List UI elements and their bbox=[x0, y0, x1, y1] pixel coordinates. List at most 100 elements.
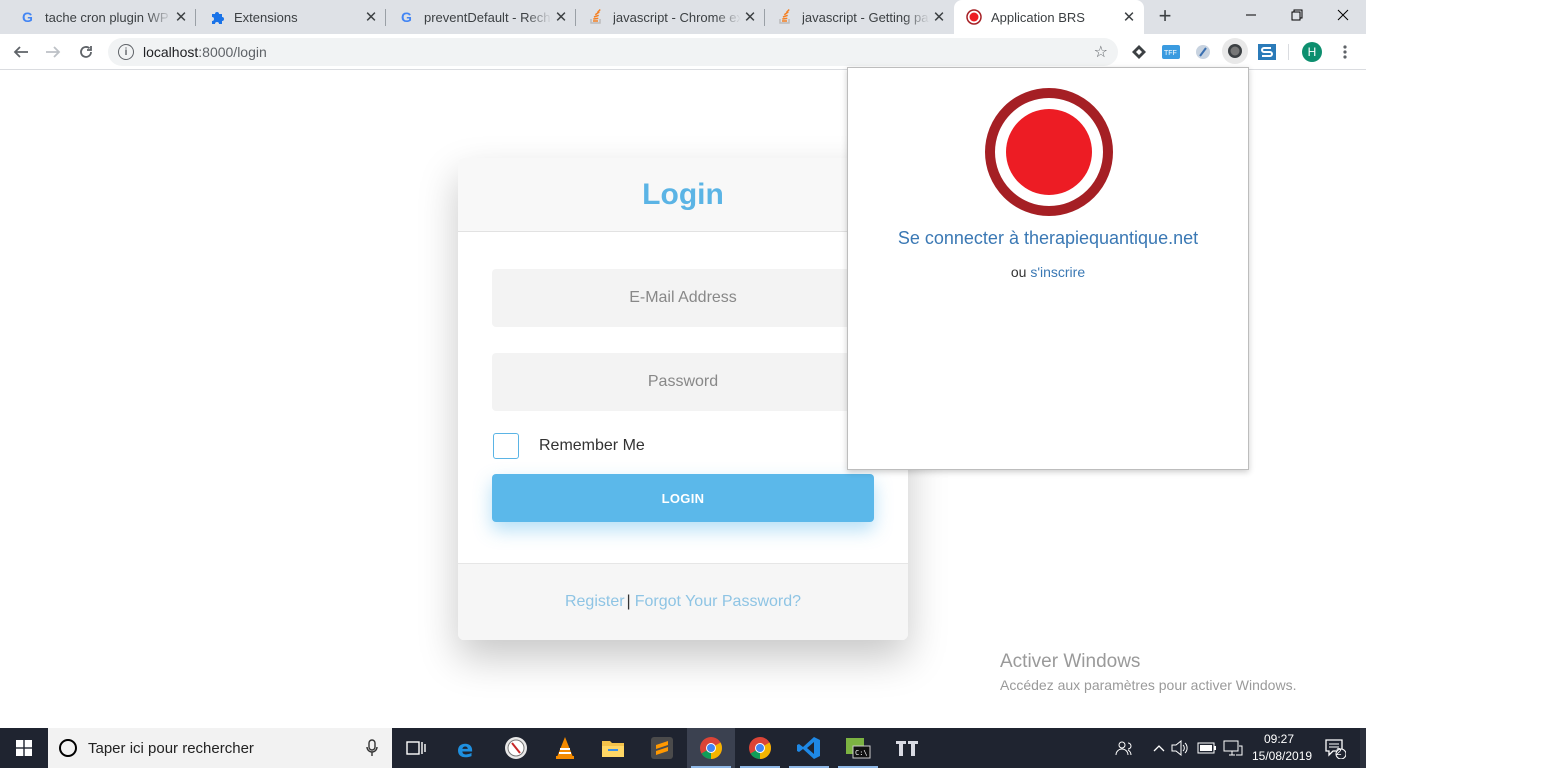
tab-title: javascript - Chrome extension bbox=[613, 9, 741, 25]
kebab-menu-icon[interactable] bbox=[1336, 43, 1354, 61]
chrome-second-icon[interactable] bbox=[736, 728, 784, 768]
vlc-icon[interactable] bbox=[541, 728, 589, 768]
vscode-icon[interactable] bbox=[785, 728, 833, 768]
svg-text:TFF: TFF bbox=[1164, 50, 1177, 57]
action-center-icon[interactable]: 2 bbox=[1318, 728, 1352, 768]
system-clock[interactable]: 09:27 15/08/2019 bbox=[1252, 731, 1313, 765]
close-icon[interactable]: ✕ bbox=[741, 8, 759, 26]
tab-title: javascript - Getting parent bbox=[802, 9, 930, 25]
info-icon[interactable]: i bbox=[118, 44, 134, 60]
brs-logo-icon bbox=[985, 88, 1113, 216]
forward-button[interactable] bbox=[40, 39, 66, 65]
clock-date: 15/08/2019 bbox=[1252, 749, 1313, 763]
reload-button[interactable] bbox=[73, 39, 99, 65]
tfp-extension-icon[interactable]: TFF bbox=[1162, 43, 1180, 61]
tab-strip: G tache cron plugin WP - ✕ Extensions ✕ … bbox=[0, 0, 1366, 34]
watermark-subtitle: Accédez aux paramètres pour activer Wind… bbox=[1000, 677, 1297, 693]
bookmark-star-icon[interactable]: ☆ bbox=[1094, 42, 1108, 62]
windows-taskbar: Taper ici pour rechercher e C:\ 09:27 15… bbox=[0, 728, 1366, 768]
clock-time: 09:27 bbox=[1263, 732, 1295, 746]
battery-icon[interactable] bbox=[1196, 728, 1218, 768]
card-footer: Register | Forgot Your Password? bbox=[458, 563, 908, 640]
people-icon[interactable] bbox=[1110, 728, 1138, 768]
back-arrow-icon bbox=[13, 46, 28, 58]
connect-link[interactable]: Se connecter à therapiequantique.net bbox=[848, 228, 1248, 249]
google-icon: G bbox=[20, 9, 36, 25]
network-icon[interactable] bbox=[1222, 728, 1244, 768]
card-header: Login bbox=[458, 158, 908, 232]
remember-label: Remember Me bbox=[539, 437, 645, 454]
or-text: ou bbox=[1010, 264, 1027, 280]
puzzle-icon bbox=[209, 9, 225, 25]
tt-app-icon[interactable] bbox=[883, 728, 931, 768]
outside-area bbox=[1366, 0, 1554, 768]
tab-application-brs[interactable]: Application BRS ✕ bbox=[954, 0, 1144, 34]
diamond-extension-icon[interactable] bbox=[1130, 43, 1148, 61]
tab-title: tache cron plugin WP - bbox=[45, 9, 172, 25]
login-card: Login Remember Me LOGIN Register|Forgot … bbox=[458, 158, 908, 640]
browser-toolbar: i localhost:8000/login ☆ TFF H bbox=[0, 34, 1366, 70]
chrome-taskbar-icon[interactable] bbox=[687, 728, 735, 768]
tab-title: Application BRS bbox=[991, 9, 1085, 25]
s-extension-icon[interactable] bbox=[1258, 43, 1276, 61]
tab-tache-cron[interactable]: G tache cron plugin WP - ✕ bbox=[8, 0, 196, 34]
forward-arrow-icon bbox=[46, 46, 61, 58]
svg-text:G: G bbox=[401, 9, 412, 25]
terminal-icon[interactable]: C:\ bbox=[834, 728, 882, 768]
svg-text:C:\: C:\ bbox=[855, 749, 868, 757]
link-separator: | bbox=[626, 593, 631, 610]
toolbar-divider bbox=[1288, 44, 1289, 60]
microphone-icon bbox=[366, 739, 378, 756]
register-link[interactable]: Register bbox=[565, 593, 625, 611]
edge-icon[interactable]: e bbox=[443, 728, 491, 768]
tab-preventdefault[interactable]: G preventDefault - Recherche ✕ bbox=[387, 0, 576, 34]
volume-icon[interactable] bbox=[1170, 728, 1190, 768]
close-window-button[interactable] bbox=[1320, 0, 1366, 30]
tab-title: Extensions bbox=[234, 9, 298, 25]
activate-windows-watermark: Activer Windows Accédez aux paramètres p… bbox=[1000, 651, 1296, 693]
compass-app-icon[interactable] bbox=[492, 728, 540, 768]
svg-text:G: G bbox=[22, 9, 33, 25]
remember-checkbox[interactable] bbox=[493, 433, 519, 459]
task-view-icon[interactable] bbox=[392, 728, 440, 768]
login-button[interactable]: LOGIN bbox=[492, 474, 874, 522]
email-input[interactable] bbox=[492, 269, 874, 327]
back-button[interactable] bbox=[8, 39, 34, 65]
red-record-icon bbox=[966, 9, 982, 25]
close-icon[interactable]: ✕ bbox=[172, 8, 190, 26]
login-title: Login bbox=[642, 177, 724, 211]
profile-avatar[interactable]: H bbox=[1302, 42, 1322, 62]
google-icon: G bbox=[399, 9, 415, 25]
svg-text:e: e bbox=[457, 736, 473, 760]
file-explorer-icon[interactable] bbox=[589, 728, 637, 768]
remember-me[interactable]: Remember Me bbox=[493, 433, 645, 459]
tab-extensions[interactable]: Extensions ✕ bbox=[197, 0, 386, 34]
start-button[interactable] bbox=[0, 728, 48, 768]
cortana-icon bbox=[59, 739, 77, 757]
record-extension-icon[interactable] bbox=[1222, 38, 1248, 64]
chevron-up-icon[interactable] bbox=[1150, 728, 1168, 768]
close-icon[interactable]: ✕ bbox=[930, 8, 948, 26]
tab-title: preventDefault - Recherche bbox=[424, 9, 552, 25]
tab-chrome-extension[interactable]: javascript - Chrome extension ✕ bbox=[576, 0, 765, 34]
address-bar[interactable]: i localhost:8000/login ☆ bbox=[108, 38, 1118, 66]
windows-logo-icon bbox=[16, 740, 32, 756]
close-icon[interactable]: ✕ bbox=[1120, 8, 1138, 26]
minimize-button[interactable] bbox=[1228, 0, 1274, 30]
extension-popup: Se connecter à therapiequantique.net ou … bbox=[847, 67, 1249, 470]
tab-getting-parent[interactable]: javascript - Getting parent ✕ bbox=[765, 0, 954, 34]
close-icon[interactable]: ✕ bbox=[552, 8, 570, 26]
screen: G tache cron plugin WP - ✕ Extensions ✕ … bbox=[0, 0, 1554, 768]
sublime-text-icon[interactable] bbox=[638, 728, 686, 768]
new-tab-button[interactable]: + bbox=[1153, 5, 1177, 29]
stackoverflow-icon bbox=[777, 9, 793, 25]
restore-button[interactable] bbox=[1274, 0, 1320, 30]
feather-extension-icon[interactable] bbox=[1194, 43, 1212, 61]
close-icon[interactable]: ✕ bbox=[362, 8, 380, 26]
taskbar-search[interactable]: Taper ici pour rechercher bbox=[48, 728, 392, 768]
password-input[interactable] bbox=[492, 353, 874, 411]
url-text: localhost:8000/login bbox=[143, 44, 267, 60]
forgot-password-link[interactable]: Forgot Your Password? bbox=[635, 593, 801, 611]
signup-link[interactable]: s'inscrire bbox=[1030, 264, 1085, 280]
notification-count: 2 bbox=[1336, 747, 1342, 758]
